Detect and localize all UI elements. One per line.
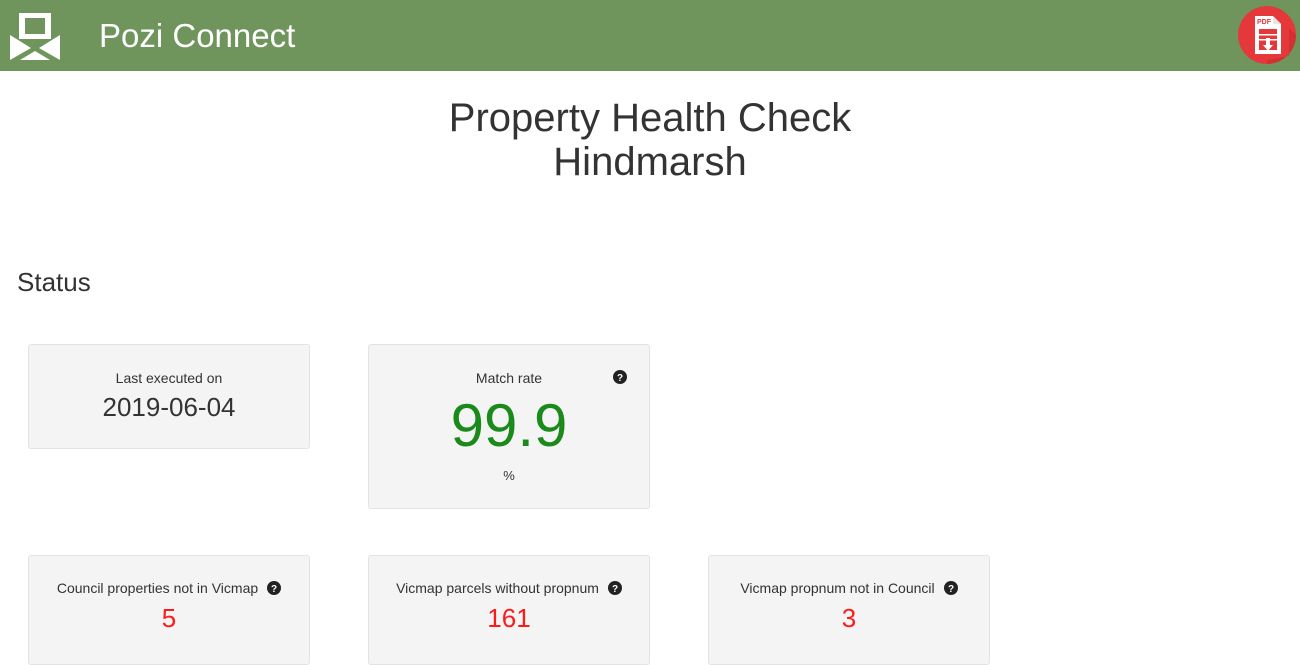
match-rate-label: Match rate [475,370,543,386]
page-title: Property Health Check Hindmarsh [0,96,1300,184]
question-circle-icon[interactable]: ? [267,581,282,595]
metric-card-vicmap-propnum: Vicmap propnum not in Council ? 3 [708,555,990,665]
metric-label-row: Vicmap propnum not in Council ? [709,579,989,597]
last-executed-card: Last executed on 2019-06-04 [28,344,310,449]
status-heading: Status [17,267,91,297]
metric-value: 3 [841,603,857,633]
svg-text:?: ? [271,584,277,595]
metric-value: 5 [161,603,177,633]
app-title[interactable]: Pozi Connect [99,17,295,55]
last-executed-label: Last executed on [115,370,223,386]
question-circle-icon[interactable]: ? [613,370,627,384]
metric-label-row: Vicmap parcels without propnum ? [369,579,649,597]
match-rate-card: Match rate ? 99.9 % [368,344,650,509]
svg-text:PDF: PDF [1257,19,1272,26]
metric-label: Vicmap propnum not in Council [740,580,935,596]
metric-value: 161 [487,603,531,633]
top-navbar: Pozi Connect PDF [0,0,1300,71]
svg-text:?: ? [948,584,954,595]
metric-label-row: Council properties not in Vicmap ? [29,579,309,597]
metric-card-council-properties: Council properties not in Vicmap ? 5 [28,555,310,665]
metric-label: Vicmap parcels without propnum [396,580,599,596]
svg-text:?: ? [612,584,618,595]
question-circle-icon[interactable]: ? [943,581,958,595]
page-title-line2: Hindmarsh [553,140,747,184]
metric-card-vicmap-parcels: Vicmap parcels without propnum ? 161 [368,555,650,665]
question-circle-icon[interactable]: ? [607,581,622,595]
pozi-logo-icon[interactable] [10,12,60,60]
pdf-download-button[interactable]: PDF [1237,4,1297,64]
page-title-line1: Property Health Check [448,96,852,140]
match-rate-value: 99.9 [450,392,568,459]
metric-label: Council properties not in Vicmap [56,580,259,596]
last-executed-value: 2019-06-04 [102,392,236,422]
svg-text:?: ? [617,373,623,384]
match-rate-unit: % [503,468,515,483]
